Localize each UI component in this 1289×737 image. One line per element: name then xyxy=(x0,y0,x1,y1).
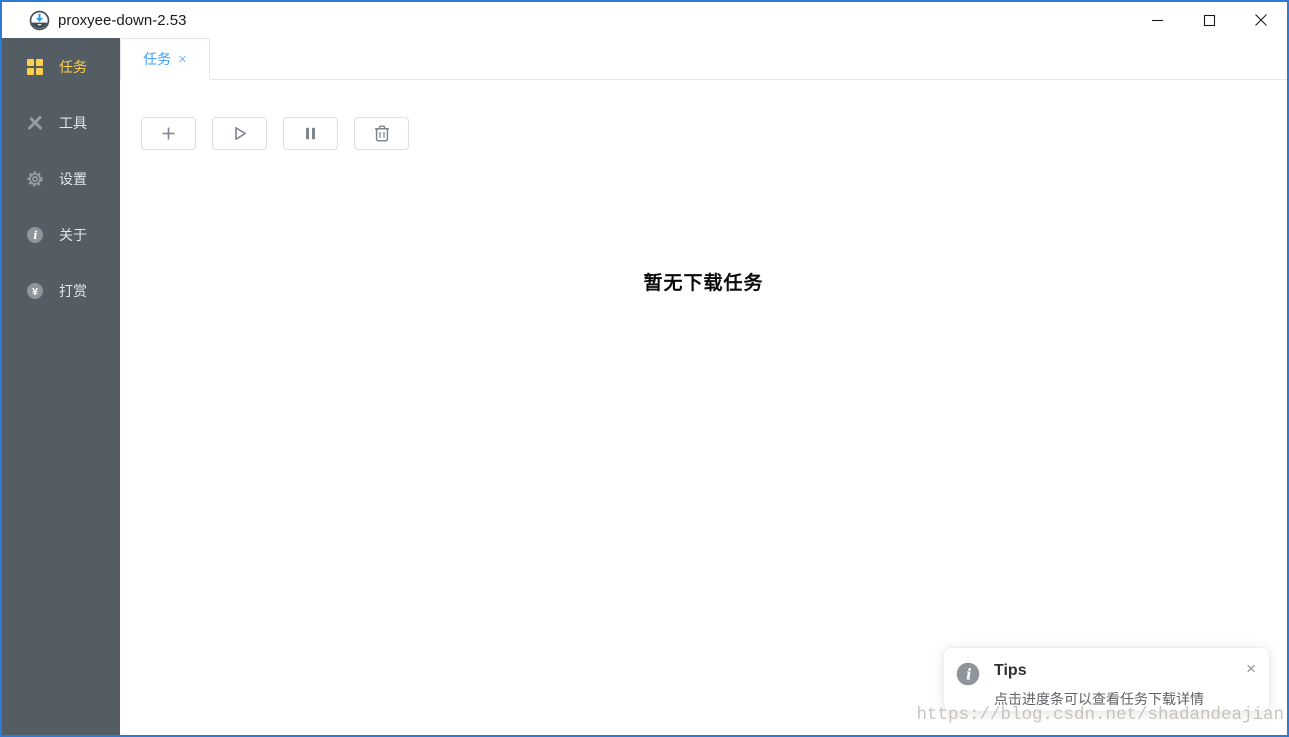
tab-label: 任务 xyxy=(143,49,171,69)
sidebar-item-tasks[interactable]: 任务 xyxy=(2,39,120,95)
svg-text:i: i xyxy=(966,665,972,683)
sidebar: 任务 工具 设置 xyxy=(2,38,120,735)
plus-icon xyxy=(159,124,178,143)
maximize-button[interactable] xyxy=(1183,2,1235,38)
sidebar-item-donate[interactable]: ¥ 打赏 xyxy=(2,263,120,319)
tab-close-icon[interactable]: × xyxy=(178,52,187,67)
start-task-button[interactable] xyxy=(212,117,267,150)
sidebar-item-settings[interactable]: 设置 xyxy=(2,151,120,207)
main-panel: 任务 × xyxy=(120,38,1287,735)
svg-text:i: i xyxy=(33,229,37,242)
pause-task-button[interactable] xyxy=(283,117,338,150)
add-task-button[interactable] xyxy=(141,117,196,150)
notification-close-icon[interactable]: × xyxy=(1246,660,1256,677)
settings-gear-icon xyxy=(26,170,44,188)
sidebar-item-about[interactable]: i 关于 xyxy=(2,207,120,263)
window-body: 任务 工具 设置 xyxy=(2,38,1287,735)
tasks-grid-icon xyxy=(26,58,44,76)
play-icon xyxy=(230,124,249,143)
app-logo-icon xyxy=(29,10,50,31)
sidebar-item-label: 打赏 xyxy=(59,281,87,301)
minimize-icon xyxy=(1151,14,1164,27)
task-toolbar xyxy=(120,80,1287,150)
sidebar-item-label: 工具 xyxy=(59,113,87,133)
minimize-button[interactable] xyxy=(1131,2,1183,38)
close-icon xyxy=(1254,13,1268,27)
tips-notification: i Tips 点击进度条可以查看任务下载详情 × xyxy=(943,647,1270,712)
maximize-icon xyxy=(1203,14,1216,27)
donate-yen-icon: ¥ xyxy=(26,282,44,300)
app-window: proxyee-down-2.53 xyxy=(0,0,1289,737)
trash-icon xyxy=(373,124,391,143)
window-controls xyxy=(1131,2,1287,38)
sidebar-item-tools[interactable]: 工具 xyxy=(2,95,120,151)
tab-bar: 任务 × xyxy=(120,38,1287,80)
sidebar-item-label: 任务 xyxy=(59,57,87,77)
about-info-icon: i xyxy=(26,226,44,244)
window-title: proxyee-down-2.53 xyxy=(58,12,186,29)
sidebar-item-label: 设置 xyxy=(59,169,87,189)
empty-task-message: 暂无下载任务 xyxy=(120,268,1287,295)
tab-tasks[interactable]: 任务 × xyxy=(120,38,210,80)
close-button[interactable] xyxy=(1235,2,1287,38)
notification-title: Tips xyxy=(994,662,1027,680)
delete-task-button[interactable] xyxy=(354,117,409,150)
info-icon: i xyxy=(956,662,980,686)
pause-icon xyxy=(301,124,320,143)
notification-message: 点击进度条可以查看任务下载详情 xyxy=(994,689,1204,709)
tools-icon xyxy=(26,114,44,132)
sidebar-item-label: 关于 xyxy=(59,225,87,245)
titlebar: proxyee-down-2.53 xyxy=(2,2,1287,38)
svg-text:¥: ¥ xyxy=(32,286,38,298)
